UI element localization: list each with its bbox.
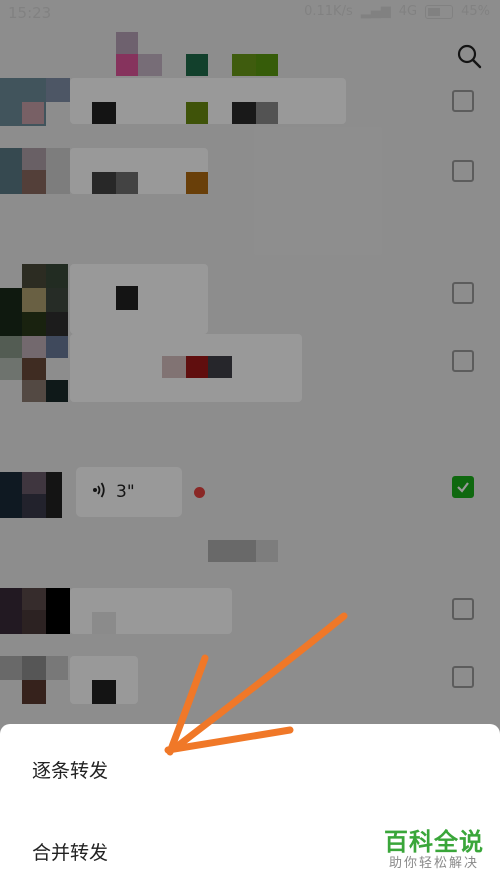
watermark-logo: 百科全说 助你轻松解决: [376, 828, 492, 872]
status-time: 15:23: [8, 4, 52, 22]
message-checkbox[interactable]: [452, 90, 474, 112]
watermark-subtitle: 助你轻松解决: [388, 856, 479, 871]
message-checkbox[interactable]: [452, 160, 474, 182]
message-checkbox[interactable]: [452, 350, 474, 372]
battery-level: 45%: [461, 4, 490, 19]
signal-type: 4G: [398, 4, 418, 19]
message-checkbox[interactable]: [452, 282, 474, 304]
voice-icon: [92, 481, 108, 504]
watermark-title: 百科全说: [384, 828, 484, 856]
status-right: 0.11K/s ▂▄▆ 4G 45%: [304, 4, 490, 19]
message-checkbox[interactable]: [452, 598, 474, 620]
unread-dot: [194, 487, 205, 498]
merge-forward-option[interactable]: 合并转发: [32, 838, 108, 865]
forward-one-by-one-option[interactable]: 逐条转发: [32, 756, 108, 783]
network-speed: 0.11K/s: [304, 4, 353, 19]
message-checkbox[interactable]: [452, 666, 474, 688]
checkmark-icon: [457, 482, 469, 493]
voice-duration: 3": [116, 482, 135, 502]
signal-icon: ▂▄▆: [360, 4, 391, 19]
status-bar: 15:23 0.11K/s ▂▄▆ 4G 45%: [0, 0, 500, 30]
chat-message-list[interactable]: 3": [0, 30, 500, 730]
message-checkbox-checked[interactable]: [452, 476, 474, 498]
voice-message-bubble[interactable]: 3": [76, 467, 182, 517]
battery-icon: [425, 4, 454, 19]
